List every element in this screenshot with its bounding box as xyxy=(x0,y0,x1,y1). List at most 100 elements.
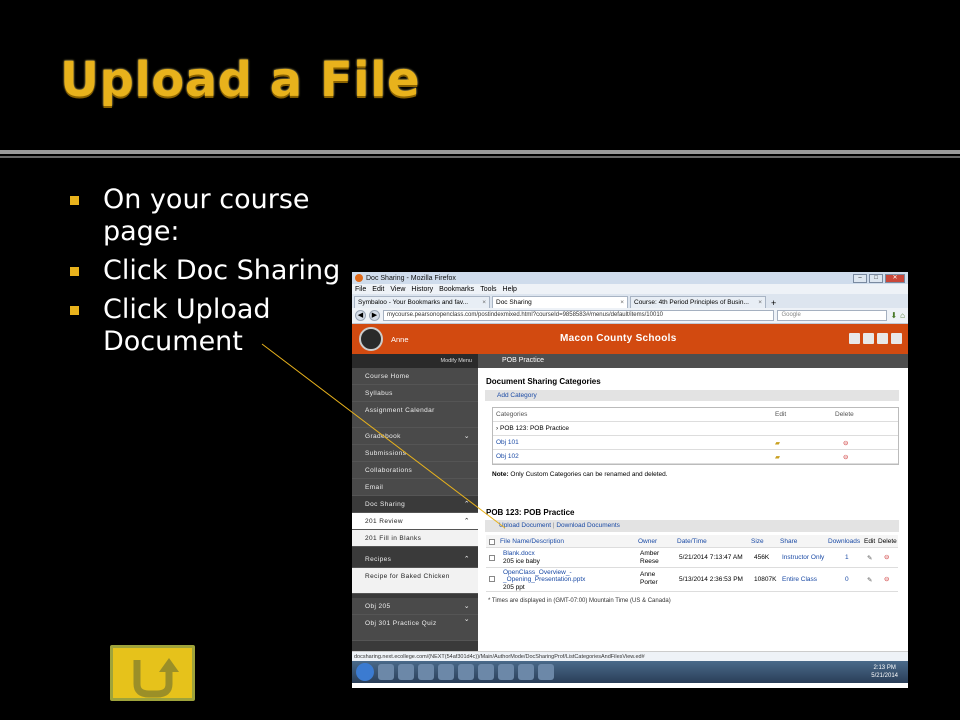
bullet-item: On your course page: xyxy=(70,184,360,248)
delete-icon[interactable]: ⊖ xyxy=(843,453,848,461)
chrome-icon[interactable] xyxy=(458,664,474,680)
close-tab-icon[interactable]: × xyxy=(479,299,486,306)
minimize-icon[interactable]: – xyxy=(853,273,867,283)
user-menu[interactable]: Anne xyxy=(391,335,409,344)
chevron-down-icon: ⌄ xyxy=(463,603,470,610)
table-header: File Name/Description Owner Date/Time Si… xyxy=(486,535,898,548)
sidebar-item-201-review[interactable]: 201 Review ⌃ xyxy=(352,513,478,530)
bullet-marker-icon xyxy=(70,306,79,315)
bullet-text: Click Upload Document xyxy=(103,294,271,357)
tab-doc-sharing[interactable]: Doc Sharing × xyxy=(492,296,628,308)
clock-date: 5/21/2014 xyxy=(871,673,898,679)
chevron-up-icon: ⌃ xyxy=(463,518,470,525)
download-documents-button[interactable]: Download Documents xyxy=(556,522,620,529)
menu-bookmarks[interactable]: Bookmarks xyxy=(439,286,474,293)
col-header[interactable]: Date/Time xyxy=(677,538,707,545)
start-button-icon[interactable] xyxy=(356,663,374,681)
share-link[interactable]: Instructor Only xyxy=(782,554,824,561)
modify-menu-button[interactable]: Modify Menu xyxy=(352,354,478,368)
menu-help[interactable]: Help xyxy=(503,286,517,293)
downloads-count[interactable]: 1 xyxy=(845,554,849,561)
row-checkbox[interactable] xyxy=(489,576,495,582)
downloads-count[interactable]: 0 xyxy=(845,576,849,583)
tab-course[interactable]: Course: 4th Period Principles of Busin..… xyxy=(630,296,766,308)
calendar-icon[interactable] xyxy=(877,333,888,344)
home-icon[interactable]: ⌂ xyxy=(900,311,905,320)
sidebar-item-obj-205[interactable]: Obj 205 ⌄ xyxy=(352,598,478,615)
sidebar-item-collaborations[interactable]: Collaborations xyxy=(352,462,478,479)
close-tab-icon[interactable]: × xyxy=(617,299,624,306)
sidebar-item-gradebook[interactable]: Gradebook ⌄ xyxy=(352,428,478,445)
maximize-icon[interactable]: □ xyxy=(869,273,883,283)
sidebar-item-recipes[interactable]: Recipes ⌃ xyxy=(352,551,478,568)
file-link[interactable]: OpenClass_Overview_-_Opening_Presentatio… xyxy=(503,569,603,583)
document-icon[interactable] xyxy=(891,333,902,344)
url-bar[interactable]: mycourse.pearsonopenclass.com/postindexm… xyxy=(383,310,775,321)
share-link[interactable]: Entire Class xyxy=(782,576,817,583)
tool-icon[interactable] xyxy=(478,664,494,680)
back-icon[interactable]: ◀ xyxy=(355,310,366,321)
edit-icon[interactable]: ✎ xyxy=(867,576,872,584)
add-category-button[interactable]: Add Category xyxy=(485,390,899,401)
menu-view[interactable]: View xyxy=(390,286,405,293)
sidebar-item-201-fill-in-blanks[interactable]: 201 Fill in Blanks xyxy=(352,530,478,547)
school-name[interactable]: Macon County Schools xyxy=(560,333,677,344)
folder-edit-icon[interactable]: ▰ xyxy=(775,439,780,447)
col-header[interactable]: File Name/Description xyxy=(500,538,564,545)
sidebar-item-recipe[interactable]: Recipe for Baked Chicken xyxy=(352,568,478,594)
course-title-bar[interactable]: POB Practice xyxy=(478,354,908,368)
ie-icon[interactable] xyxy=(398,664,414,680)
menu-tools[interactable]: Tools xyxy=(480,286,496,293)
media-icon[interactable] xyxy=(418,664,434,680)
col-header[interactable]: Owner xyxy=(638,538,657,545)
new-tab-icon[interactable]: + xyxy=(768,298,779,308)
close-icon[interactable]: ✕ xyxy=(885,273,905,283)
forward-icon[interactable]: ▶ xyxy=(369,310,380,321)
category-link[interactable]: Obj 102 xyxy=(496,453,519,460)
sidebar-item-syllabus[interactable]: Syllabus xyxy=(352,385,478,402)
return-button[interactable] xyxy=(110,645,195,701)
owner-first: Amber xyxy=(640,550,660,557)
menu-edit[interactable]: Edit xyxy=(372,286,384,293)
select-all-checkbox[interactable] xyxy=(489,539,495,545)
search-input[interactable]: Google xyxy=(777,310,888,321)
download-icon[interactable]: ⬇ xyxy=(890,311,897,320)
sidebar-item-submissions[interactable]: Submissions xyxy=(352,445,478,462)
sidebar-item-email[interactable]: Email xyxy=(352,479,478,496)
bell-icon[interactable] xyxy=(849,333,860,344)
avatar[interactable] xyxy=(359,327,383,351)
firefox-taskbar-icon[interactable] xyxy=(518,664,534,680)
mail-icon[interactable] xyxy=(863,333,874,344)
explorer-icon[interactable] xyxy=(378,664,394,680)
delete-icon[interactable]: ⊖ xyxy=(843,439,848,447)
delete-icon[interactable]: ⊖ xyxy=(884,575,889,583)
owner-last: Porter xyxy=(640,579,658,586)
taskbar-clock[interactable]: 2:13 PM 5/21/2014 xyxy=(871,664,898,680)
file-size: 10807K xyxy=(754,576,777,583)
file-link[interactable]: Blank.docx xyxy=(503,550,535,557)
delete-icon[interactable]: ⊖ xyxy=(884,553,889,561)
embedded-screenshot: Doc Sharing - Mozilla Firefox – □ ✕ File… xyxy=(352,272,908,688)
word-icon[interactable] xyxy=(438,664,454,680)
tab-symbaloo[interactable]: Symbaloo - Your Bookmarks and fav... × xyxy=(354,296,490,308)
menu-history[interactable]: History xyxy=(411,286,433,293)
row-checkbox[interactable] xyxy=(489,555,495,561)
table-row[interactable]: › POB 123: POB Practice xyxy=(493,422,898,436)
sidebar-item-assignment-calendar[interactable]: Assignment Calendar xyxy=(352,402,478,428)
eye-icon[interactable] xyxy=(498,664,514,680)
col-header[interactable]: Size xyxy=(751,538,764,545)
close-tab-icon[interactable]: × xyxy=(755,299,762,306)
menu-file[interactable]: File xyxy=(355,286,366,293)
menu-bar: File Edit View History Bookmarks Tools H… xyxy=(352,284,908,294)
sidebar-item-course-home[interactable]: Course Home xyxy=(352,368,478,385)
col-header[interactable]: Downloads xyxy=(828,538,860,545)
powerpoint-icon[interactable] xyxy=(538,664,554,680)
col-header[interactable]: Share xyxy=(780,538,797,545)
edit-icon[interactable]: ✎ xyxy=(867,554,872,562)
sidebar-item-doc-sharing[interactable]: Doc Sharing ⌃ xyxy=(352,496,478,513)
category-link[interactable]: Obj 101 xyxy=(496,439,519,446)
folder-edit-icon[interactable]: ▰ xyxy=(775,453,780,461)
sidebar-item-obj-301[interactable]: Obj 301 Practice Quiz ⌄ xyxy=(352,615,478,641)
table-row: Obj 102 ▰ ⊖ xyxy=(493,450,898,464)
upload-document-button[interactable]: Upload Document xyxy=(499,522,551,529)
